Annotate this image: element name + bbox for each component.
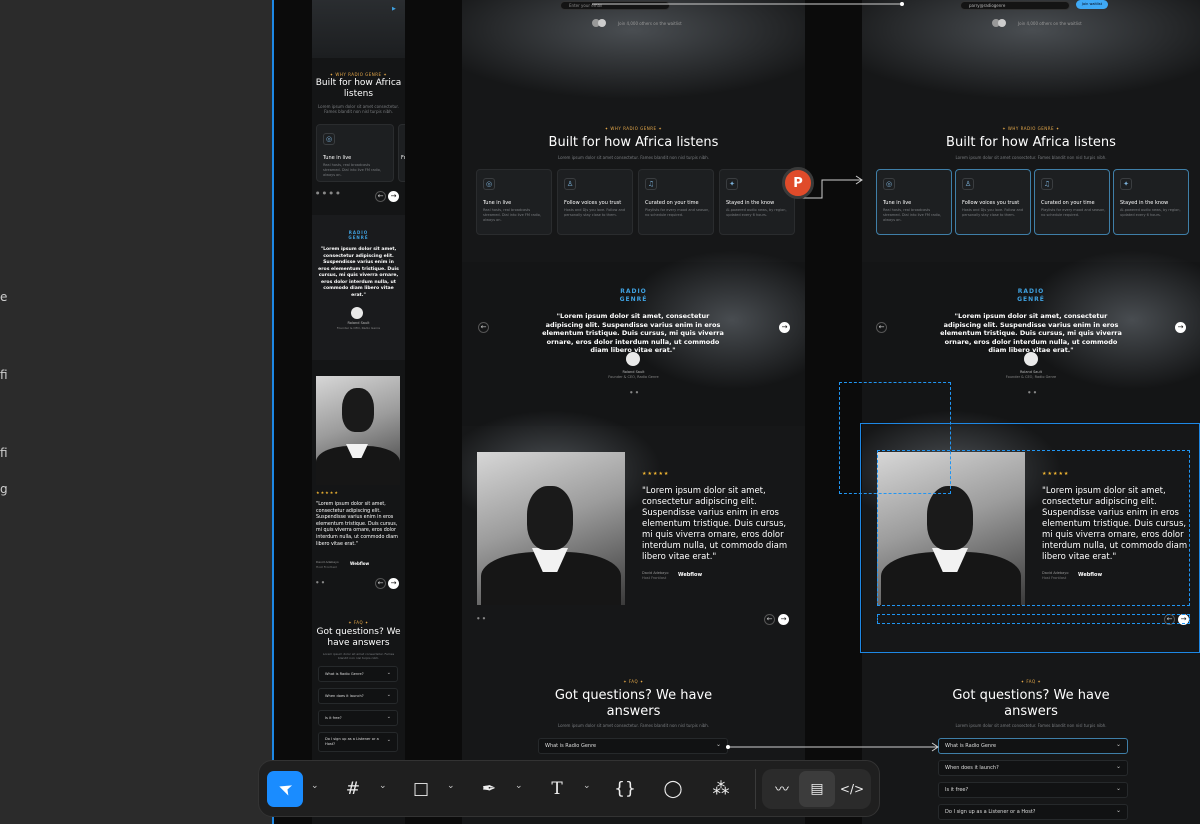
- prototype-connections: [592, 2, 939, 752]
- code-icon: </>: [839, 782, 865, 796]
- panel-text-fragment: fi: [0, 368, 8, 382]
- draw-icon: 〰: [775, 782, 789, 798]
- chevron-down-icon[interactable]: ⌄: [379, 781, 387, 791]
- frame-icon: #: [345, 779, 361, 799]
- pen-icon: ✒: [481, 779, 497, 799]
- dev-mode-button[interactable]: </>: [834, 771, 870, 807]
- text-icon: T: [551, 779, 563, 799]
- comment-avatar-badge[interactable]: P: [782, 167, 814, 199]
- cursor-icon: ➤: [274, 777, 296, 801]
- left-panel: e fi fi g: [0, 0, 272, 824]
- chevron-down-icon[interactable]: ⌄: [311, 781, 319, 791]
- panel-text-fragment: g: [0, 482, 8, 496]
- panel-text-fragment: fi: [0, 446, 8, 460]
- text-tool-button[interactable]: T: [539, 771, 575, 807]
- connector-node: [726, 745, 730, 749]
- mode-switcher: 〰 ▤ </>: [762, 769, 871, 809]
- rectangle-icon: □: [412, 779, 430, 799]
- design-icon: ▤: [810, 781, 824, 797]
- move-tool-button[interactable]: ➤: [267, 771, 303, 807]
- chevron-down-icon[interactable]: ⌄: [515, 781, 523, 791]
- braces-icon: {}: [614, 779, 636, 799]
- draw-mode-button[interactable]: 〰: [764, 771, 800, 807]
- pen-tool-button[interactable]: ✒: [471, 771, 507, 807]
- chevron-down-icon[interactable]: ⌄: [447, 781, 455, 791]
- actions-tool-button[interactable]: ⁂: [703, 771, 739, 807]
- comment-icon: ◯: [663, 779, 683, 799]
- comment-tool-button[interactable]: ◯: [655, 771, 691, 807]
- shape-tool-button[interactable]: □: [403, 771, 439, 807]
- bottom-toolbar: ➤ ⌄ # ⌄ □ ⌄ ✒ ⌄ T ⌄ {} ◯ ⁂ 〰 ▤ </>: [258, 760, 880, 817]
- toolbar-divider: [755, 769, 756, 809]
- chevron-down-icon[interactable]: ⌄: [583, 781, 591, 791]
- connector-node: [900, 2, 904, 6]
- apps-icon: ⁂: [712, 779, 730, 799]
- panel-text-fragment: e: [0, 290, 8, 304]
- variables-tool-button[interactable]: {}: [607, 771, 643, 807]
- design-canvas[interactable]: ▶ ✦ WHY RADIO GENRE ✦ Built for how Afri…: [272, 0, 1200, 824]
- design-mode-button[interactable]: ▤: [799, 771, 835, 807]
- frame-tool-button[interactable]: #: [335, 771, 371, 807]
